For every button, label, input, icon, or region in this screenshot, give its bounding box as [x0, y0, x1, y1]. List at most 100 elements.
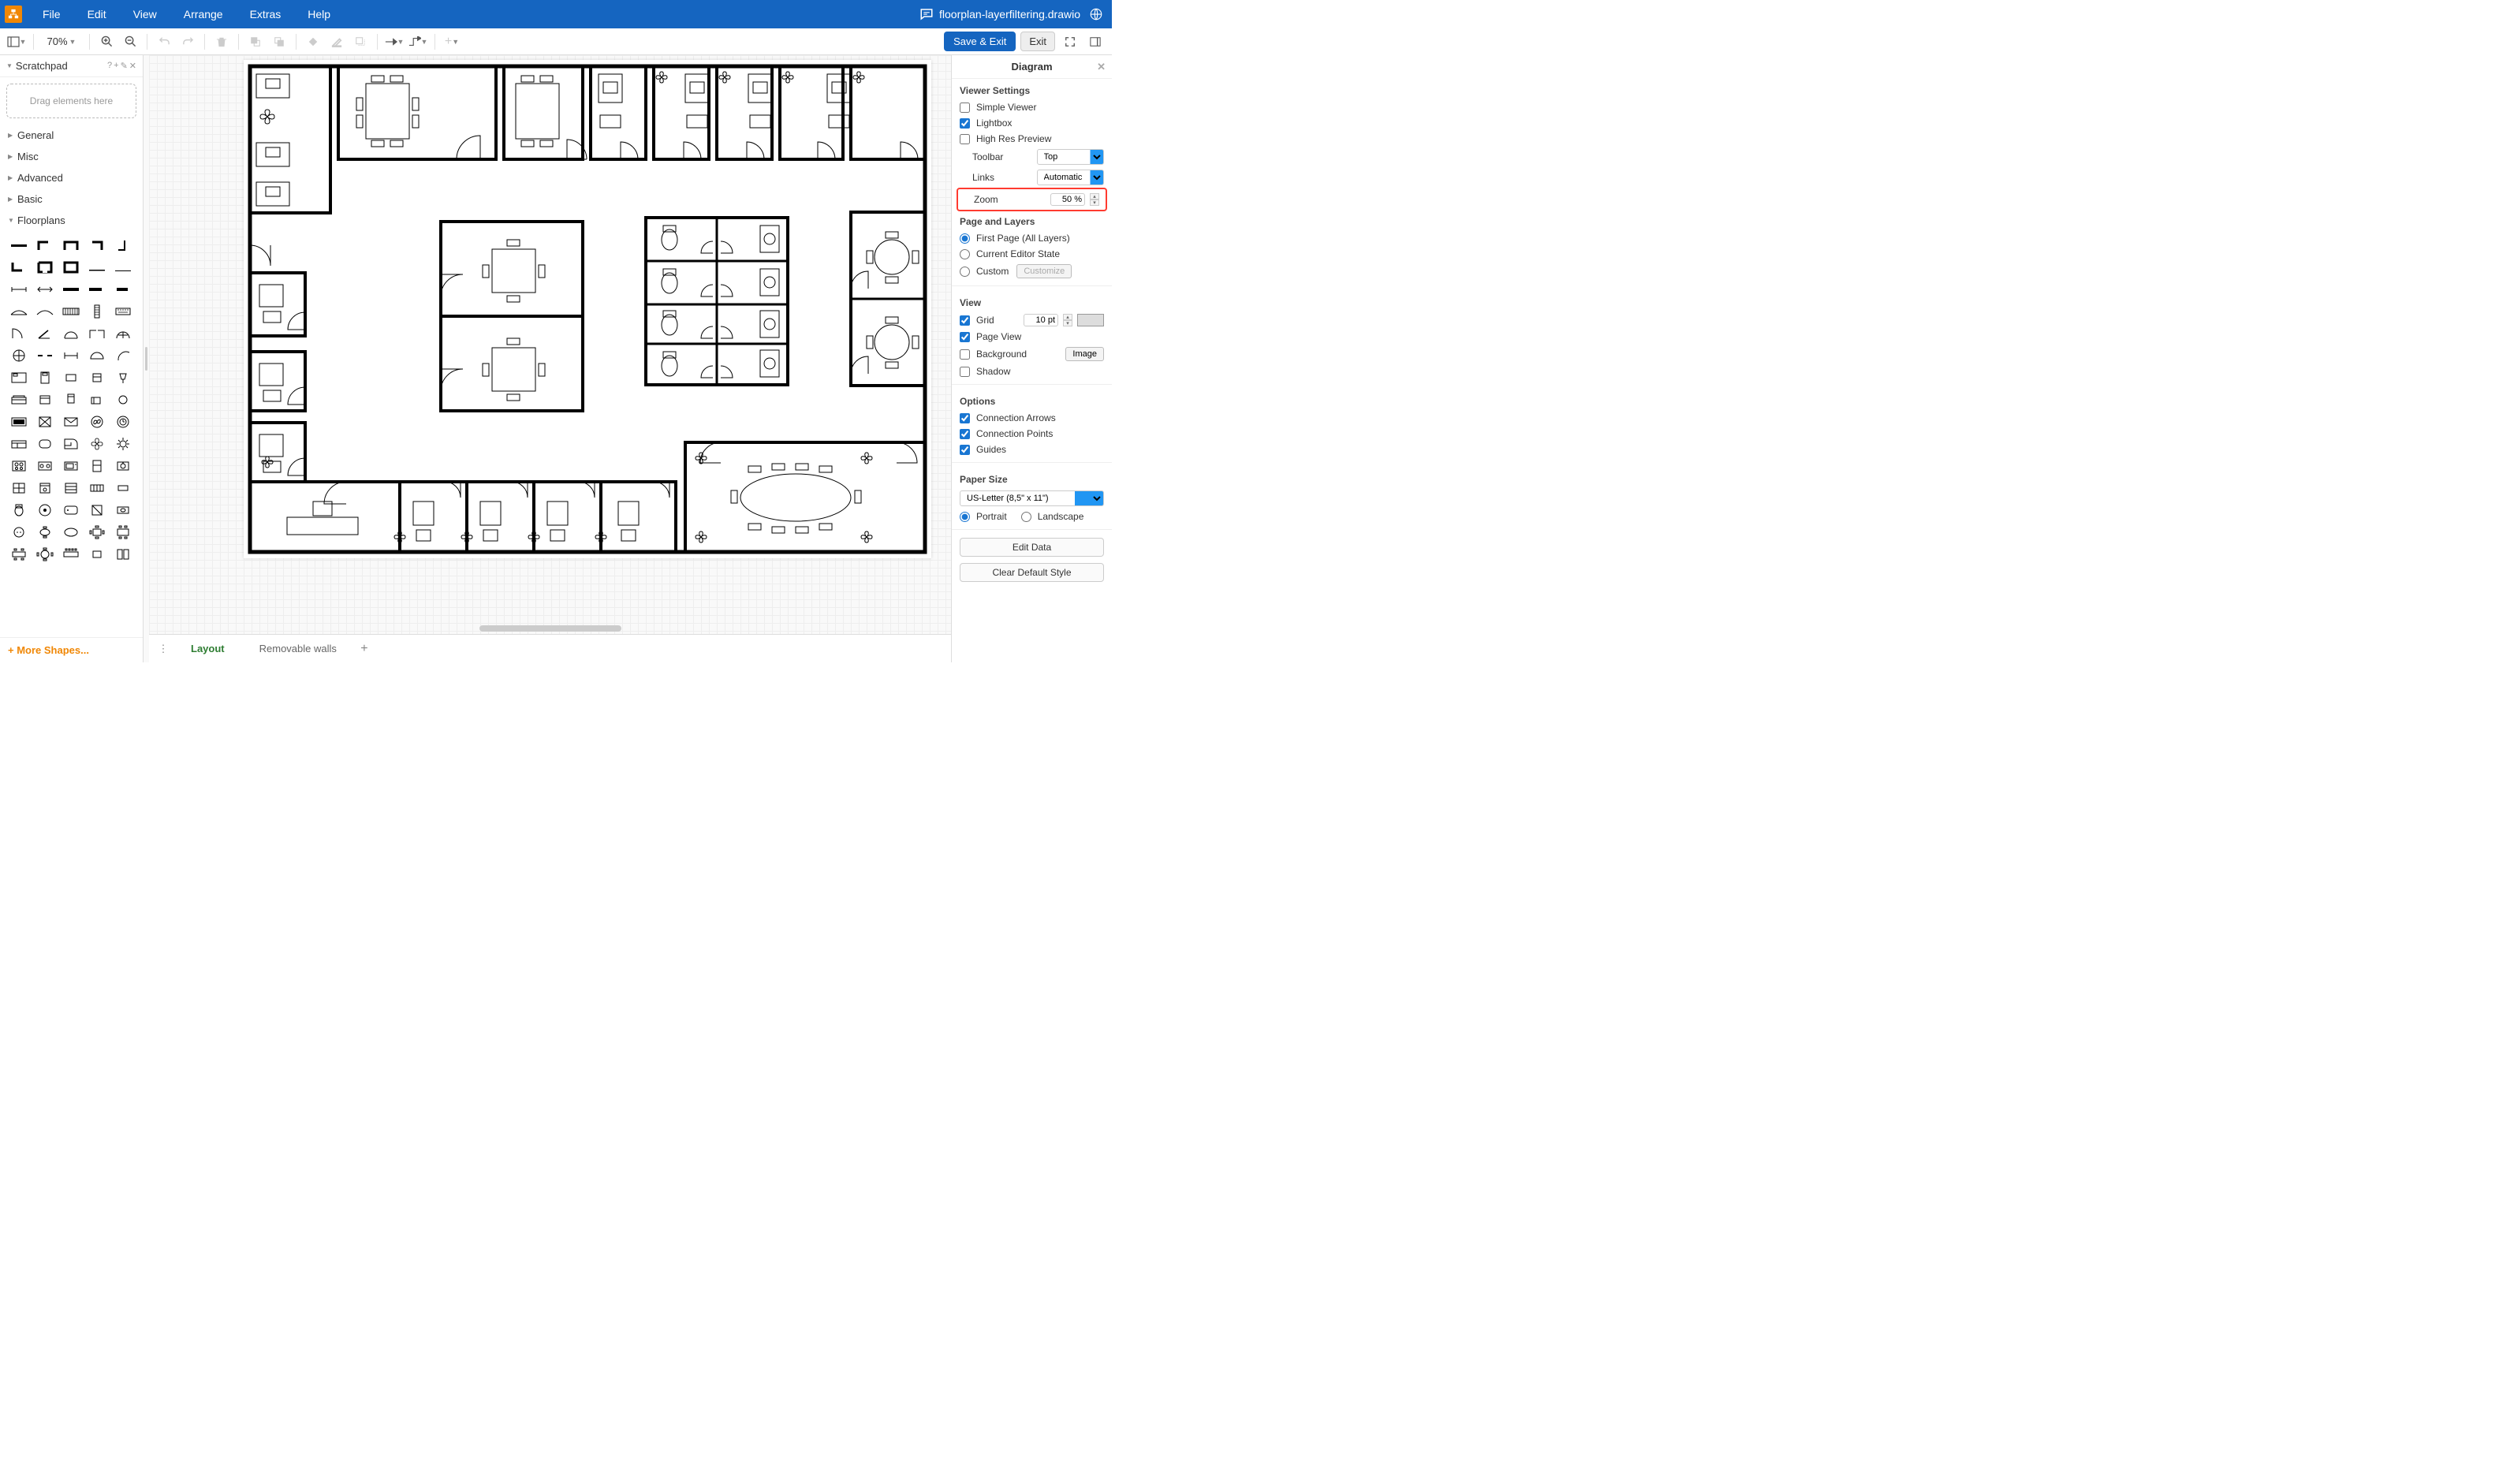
- section-advanced[interactable]: ▶Advanced: [0, 167, 143, 188]
- shape-lamp[interactable]: [112, 368, 134, 387]
- shape-wall-u[interactable]: [60, 236, 82, 255]
- shape-door-sliding[interactable]: [86, 324, 108, 343]
- current-editor-radio[interactable]: [960, 249, 970, 259]
- page-tabs-menu[interactable]: ⋮: [154, 643, 173, 655]
- high-res-checkbox[interactable]: [960, 134, 970, 144]
- shape-bed[interactable]: [8, 368, 30, 387]
- shape-wall-corner-tr[interactable]: [86, 236, 108, 255]
- shape-shelf[interactable]: [86, 479, 108, 498]
- shape-table-square-chairs[interactable]: [86, 523, 108, 542]
- shape-toilet[interactable]: [8, 501, 30, 520]
- shape-room-rect[interactable]: [60, 258, 82, 277]
- shape-sofa[interactable]: [8, 390, 30, 409]
- shape-arc[interactable]: [112, 346, 134, 365]
- shape-shower[interactable]: [86, 501, 108, 520]
- view-mode-button[interactable]: ▼: [6, 32, 27, 52]
- insert-button[interactable]: +▼: [442, 32, 462, 52]
- redo-button[interactable]: [177, 32, 198, 52]
- add-page-tab[interactable]: +: [355, 642, 374, 656]
- customize-button[interactable]: Customize: [1016, 264, 1072, 278]
- shape-wall-end[interactable]: [112, 236, 134, 255]
- shape-opening-h[interactable]: [34, 346, 56, 365]
- shape-twin-bed[interactable]: [112, 545, 134, 564]
- simple-viewer-checkbox[interactable]: [960, 103, 970, 113]
- shape-wall[interactable]: [8, 236, 30, 255]
- zoom-in-button[interactable]: [96, 32, 117, 52]
- shape-door-revolving[interactable]: [112, 324, 134, 343]
- grid-checkbox[interactable]: [960, 315, 970, 326]
- first-page-radio[interactable]: [960, 233, 970, 244]
- guides-checkbox[interactable]: [960, 445, 970, 455]
- shape-sink[interactable]: [112, 457, 134, 475]
- shape-keyboard[interactable]: [112, 302, 134, 321]
- zoom-out-button[interactable]: [120, 32, 140, 52]
- canvas[interactable]: ⋮ Layout Removable walls +: [149, 55, 951, 662]
- shape-wall-corner-tl[interactable]: [34, 236, 56, 255]
- shape-table-rect[interactable]: [8, 545, 30, 564]
- shadow-button[interactable]: [350, 32, 371, 52]
- shape-door-arc[interactable]: [8, 324, 30, 343]
- scratchpad-help-icon[interactable]: ?: [107, 61, 112, 71]
- shape-thin-wall[interactable]: [86, 258, 108, 277]
- shape-round-table-set[interactable]: [34, 545, 56, 564]
- format-panel-button[interactable]: [1085, 32, 1106, 52]
- shape-stairs-h[interactable]: [60, 302, 82, 321]
- section-basic[interactable]: ▶Basic: [0, 188, 143, 210]
- clear-style-button[interactable]: Clear Default Style: [960, 563, 1104, 582]
- shape-stairs-v[interactable]: [86, 302, 108, 321]
- shape-vanity[interactable]: [112, 501, 134, 520]
- shape-window2[interactable]: [34, 302, 56, 321]
- to-back-button[interactable]: [269, 32, 289, 52]
- shape-x-box[interactable]: [34, 412, 56, 431]
- shape-stove[interactable]: [8, 457, 30, 475]
- section-misc[interactable]: ▶Misc: [0, 146, 143, 167]
- shape-wall-thick2[interactable]: [86, 280, 108, 299]
- exit-button[interactable]: Exit: [1020, 32, 1055, 51]
- tab-layout[interactable]: Layout: [174, 637, 241, 660]
- shape-table-round-chairs[interactable]: [34, 523, 56, 542]
- section-general[interactable]: ▶General: [0, 125, 143, 146]
- comment-icon[interactable]: [918, 6, 935, 23]
- to-front-button[interactable]: [245, 32, 266, 52]
- shape-armchair[interactable]: [34, 390, 56, 409]
- shape-table-small[interactable]: [60, 368, 82, 387]
- custom-radio[interactable]: [960, 267, 970, 277]
- background-checkbox[interactable]: [960, 349, 970, 360]
- scratchpad-close-icon[interactable]: ✕: [129, 61, 136, 71]
- globe-icon[interactable]: [1087, 6, 1105, 23]
- zoom-display[interactable]: 70%▼: [40, 35, 83, 47]
- shape-fan[interactable]: [86, 412, 108, 431]
- shape-wall-short[interactable]: [112, 280, 134, 299]
- shape-chair-side[interactable]: [86, 390, 108, 409]
- shape-plant[interactable]: [86, 434, 108, 453]
- shape-compass[interactable]: [8, 346, 30, 365]
- app-logo[interactable]: [5, 6, 22, 23]
- shape-shelf-small[interactable]: [112, 479, 134, 498]
- zoom-input[interactable]: [1050, 193, 1085, 206]
- tab-removable-walls[interactable]: Removable walls: [243, 637, 353, 660]
- links-select[interactable]: Automatic: [1037, 170, 1105, 185]
- format-panel-close-icon[interactable]: ✕: [1097, 61, 1106, 73]
- edit-data-button[interactable]: Edit Data: [960, 538, 1104, 557]
- shape-clock[interactable]: [112, 412, 134, 431]
- filename[interactable]: floorplan-layerfiltering.drawio: [939, 8, 1080, 21]
- sidebar-splitter[interactable]: [144, 55, 149, 662]
- paper-size-select[interactable]: US-Letter (8,5" x 11"): [960, 490, 1104, 506]
- waypoint-button[interactable]: ▼: [408, 32, 428, 52]
- scratchpad-header[interactable]: ▼ Scratchpad ? + ✎ ✕: [0, 55, 143, 77]
- horizontal-scrollbar[interactable]: [149, 625, 951, 632]
- grid-color-swatch[interactable]: [1077, 314, 1104, 326]
- shape-microwave[interactable]: [60, 457, 82, 475]
- lightbox-checkbox[interactable]: [960, 118, 970, 129]
- menu-file[interactable]: File: [30, 3, 73, 25]
- grid-size-input[interactable]: [1024, 314, 1058, 326]
- shape-floor-line[interactable]: [112, 258, 134, 277]
- shape-room-open[interactable]: [34, 258, 56, 277]
- shape-desk[interactable]: [8, 434, 30, 453]
- shape-nightstand[interactable]: [86, 368, 108, 387]
- menu-arrange[interactable]: Arrange: [171, 3, 236, 25]
- scratchpad-edit-icon[interactable]: ✎: [121, 61, 128, 71]
- background-image-button[interactable]: Image: [1065, 347, 1104, 361]
- shape-window[interactable]: [8, 302, 30, 321]
- shape-opening-bracket[interactable]: [60, 346, 82, 365]
